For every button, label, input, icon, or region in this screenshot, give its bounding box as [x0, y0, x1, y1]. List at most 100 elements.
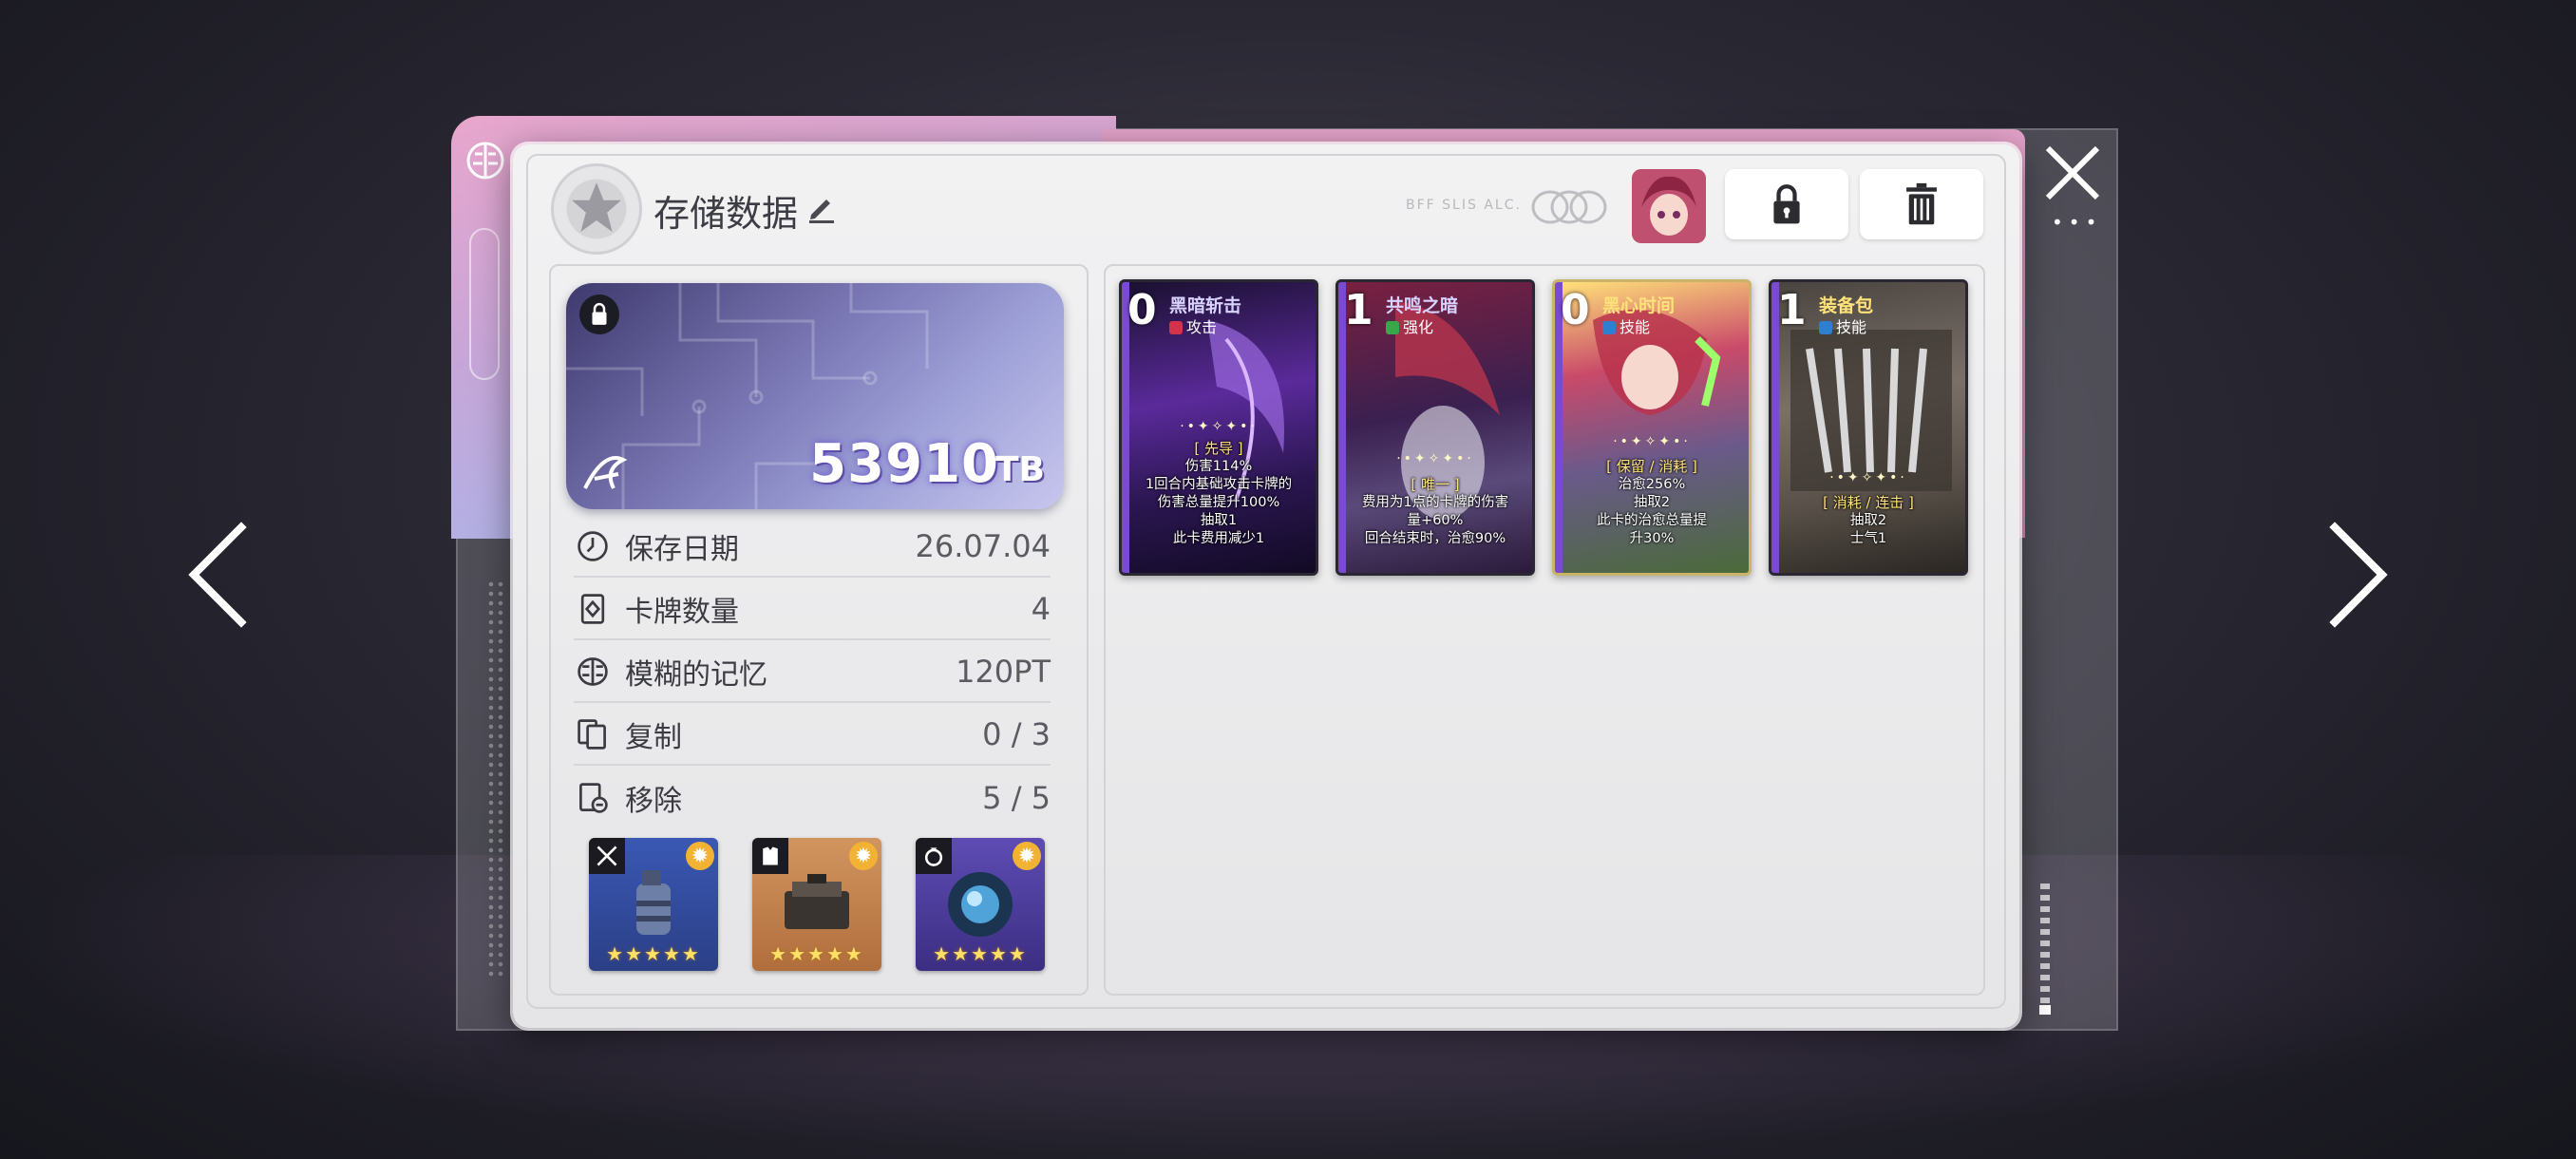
card-line: 此卡的治愈总量提: [1597, 513, 1707, 528]
tb-amount: 53910: [809, 433, 999, 495]
lock-icon: [1773, 184, 1800, 224]
grenade-icon: [636, 870, 671, 935]
card-name: 装备包: [1819, 295, 1874, 316]
armor-item[interactable]: ✹ ★★★★★: [752, 838, 881, 971]
grenade-item[interactable]: ✹ ★★★★★: [589, 838, 718, 971]
card-description: [ 先导 ] 伤害114% 1回合内基础攻击卡牌的 伤害总量提升100% 抽取1…: [1126, 440, 1312, 548]
card-tag: [ 唯一 ]: [1411, 476, 1460, 493]
side-tab-label: [469, 228, 500, 380]
remove-icon: [574, 779, 612, 817]
card-type: 强化: [1386, 314, 1433, 337]
card-type: 技能: [1819, 314, 1866, 337]
orb-item[interactable]: ✹ ★★★★★: [916, 838, 1045, 971]
card-line: 抽取1: [1200, 513, 1238, 528]
stat-label: 复制: [625, 721, 682, 754]
card-description: [ 消耗 / 连击 ] 抽取2 士气1: [1775, 494, 1961, 548]
stat-card-count: 卡牌数量 4: [574, 580, 1051, 640]
stat-label: 移除: [625, 785, 682, 818]
more-dots-icon: •••: [2052, 211, 2103, 234]
card-sparkle: ·•✦✧✦•·: [1613, 434, 1691, 449]
character-portrait[interactable]: [1632, 169, 1706, 243]
card-name: 共鸣之暗: [1386, 295, 1459, 316]
card-line: 抽取2: [1849, 513, 1887, 528]
card-cost: 0: [1561, 286, 1590, 334]
card-type-label: 攻击: [1186, 318, 1218, 336]
card-type: 技能: [1602, 314, 1650, 337]
item-stars: ★★★★★: [933, 942, 1028, 965]
card-sparkle: ·•✦✧✦•·: [1180, 419, 1258, 434]
card-heart-time[interactable]: 0 黑心时间 技能 ·•✦✧✦•· [ 保留 / 消耗 ] 治愈256% 抽取2…: [1552, 279, 1752, 576]
item-stars: ★★★★★: [606, 942, 701, 965]
card-line: 伤害114%: [1184, 459, 1253, 474]
lock-button[interactable]: [1725, 169, 1848, 239]
card-tag: [ 保留 / 消耗 ]: [1606, 458, 1697, 475]
card-line: 费用为1点的卡牌的伤害: [1361, 495, 1509, 510]
card-dark-slash[interactable]: 0 黑暗斩击 攻击 ·•✦✧✦•· [ 先导 ] 伤害114% 1回合内基础攻击…: [1119, 279, 1318, 576]
skill-type-icon: [1819, 321, 1832, 334]
card-resonance-dark[interactable]: 1 共鸣之暗 强化 ·•✦✧✦•· [ 唯一 ] 费用为1点的卡牌的伤害 量+6…: [1335, 279, 1535, 576]
previous-arrow-icon[interactable]: [180, 518, 256, 632]
brain-icon: [574, 653, 612, 691]
ring-icon: [916, 838, 952, 874]
card-tag: [ 消耗 / 连击 ]: [1823, 494, 1914, 511]
card-name: 黑暗斩击: [1169, 295, 1242, 316]
card-type-label: 强化: [1403, 318, 1434, 336]
dot-pattern: [486, 580, 505, 978]
stat-value: 5 / 5: [982, 780, 1051, 816]
rings-decoration-icon: [1531, 190, 1607, 224]
buff-type-icon: [1386, 321, 1399, 334]
attack-type-icon: [1169, 321, 1183, 334]
card-name: 黑心时间: [1602, 295, 1676, 316]
stat-copy: 复制 0 / 3: [574, 705, 1051, 766]
edit-pencil-icon[interactable]: [804, 190, 838, 224]
card-cost: 1: [1344, 286, 1373, 334]
stat-label: 保存日期: [625, 533, 739, 566]
stat-remove: 移除 5 / 5: [574, 768, 1051, 828]
save-title: 存储数据: [653, 193, 799, 235]
card-sparkle: ·•✦✧✦•·: [1829, 470, 1907, 485]
skill-type-icon: [1602, 321, 1616, 334]
card-type-label: 技能: [1619, 318, 1651, 336]
cards-icon: [574, 590, 612, 628]
card-line: 治愈256%: [1618, 477, 1686, 492]
stat-label: 模糊的记忆: [625, 658, 767, 692]
card-cost: 1: [1777, 286, 1807, 334]
card-line: 士气1: [1849, 531, 1887, 546]
next-arrow-icon[interactable]: [2320, 518, 2396, 632]
armor-icon: [752, 838, 788, 874]
scroll-track[interactable]: [2040, 884, 2050, 1016]
copy-icon: [574, 715, 612, 753]
clock-icon: [574, 527, 612, 565]
rarity-sun-icon: ✹: [849, 842, 878, 870]
save-emblem: [551, 163, 642, 255]
stat-value: 4: [1031, 591, 1051, 627]
rarity-sun-icon: ✹: [1013, 842, 1041, 870]
close-icon[interactable]: [2042, 142, 2103, 203]
card-line: 抽取2: [1633, 495, 1671, 510]
card-type: 攻击: [1169, 314, 1217, 337]
card-equipment-pack[interactable]: 1 装备包 技能 ·•✦✧✦•· [ 消耗 / 连击 ] 抽取2 士气1: [1769, 279, 1968, 576]
card-sparkle: ·•✦✧✦•·: [1396, 451, 1474, 466]
card-tag: [ 先导 ]: [1194, 440, 1243, 457]
save-data-panel: 存储数据 BFF SLIS ALC. 53910 TB 保存日期 26.07.0…: [513, 144, 2019, 1028]
tb-unit: TB: [995, 450, 1045, 489]
card-line: 升30%: [1629, 531, 1675, 546]
card-line: 量+60%: [1407, 513, 1464, 528]
stat-value: 120PT: [956, 654, 1051, 690]
trash-icon: [1906, 182, 1937, 225]
card-cost: 0: [1127, 286, 1157, 334]
tb-glyph-icon: [583, 456, 628, 489]
scroll-thumb[interactable]: [2039, 1005, 2051, 1015]
brain-tab-icon: [464, 139, 507, 182]
armor-case-icon: [785, 874, 849, 929]
rarity-sun-icon: ✹: [686, 842, 714, 870]
item-stars: ★★★★★: [769, 942, 864, 965]
card-line: 伤害总量提升100%: [1157, 495, 1280, 510]
stat-value: 26.07.04: [915, 528, 1051, 564]
tb-currency-card: 53910 TB: [566, 283, 1064, 509]
card-type-label: 技能: [1836, 318, 1867, 336]
orb-icon: [948, 872, 1013, 937]
stat-save-date: 保存日期 26.07.04: [574, 517, 1051, 578]
card-description: [ 唯一 ] 费用为1点的卡牌的伤害 量+60% 回合结束时，治愈90%: [1342, 476, 1528, 548]
delete-button[interactable]: [1860, 169, 1983, 239]
